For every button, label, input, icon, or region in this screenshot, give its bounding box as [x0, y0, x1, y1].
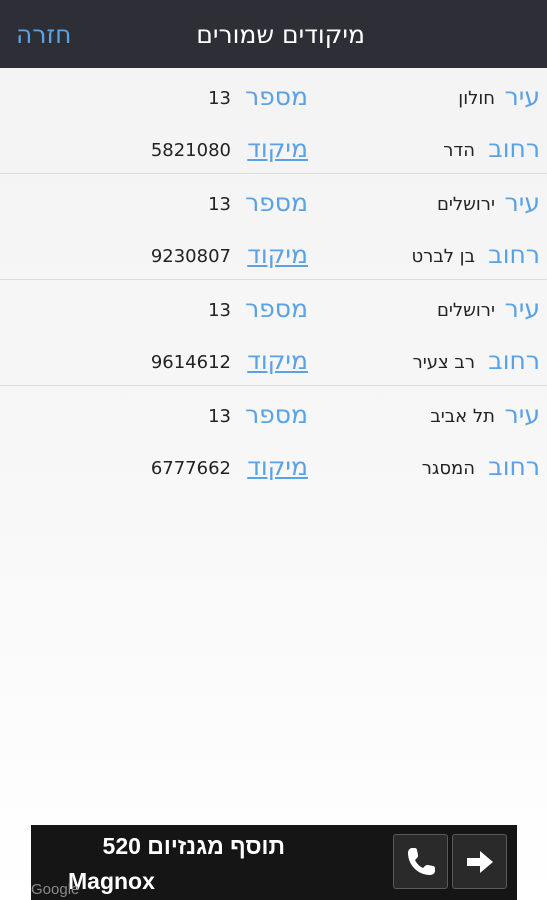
number-label: מספר — [245, 294, 308, 323]
ad-open-button[interactable] — [452, 834, 507, 889]
number-label: מספר — [245, 188, 308, 217]
zip-value: 5821080 — [150, 140, 231, 161]
entry-row-city: עיר תל אביב מספר 13 — [0, 390, 547, 442]
street-value: המסגר — [421, 458, 475, 479]
entry-row-street: רחוב רב צעיר מיקוד 9614612 — [0, 336, 547, 388]
number-value: 13 — [208, 88, 231, 109]
zip-value: 9614612 — [150, 352, 231, 373]
street-value: הדר — [443, 140, 475, 161]
arrow-right-icon — [467, 851, 493, 873]
city-value: ירושלים — [436, 194, 495, 215]
number-value: 13 — [208, 406, 231, 427]
entry-row-street: רחוב הדר מיקוד 5821080 — [0, 124, 547, 176]
ad-banner[interactable]: תוסף מגנזיום 520 Magnox Google — [31, 825, 517, 900]
city-value: ירושלים — [436, 300, 495, 321]
zip-link[interactable]: מיקוד — [247, 240, 308, 269]
street-label: רחוב — [488, 240, 540, 269]
list-item[interactable]: עיר תל אביב מספר 13 רחוב המסגר מיקוד 677… — [0, 386, 547, 491]
street-value: בן לברט — [411, 246, 475, 267]
app-header: מיקודים שמורים חזרה — [0, 0, 547, 68]
ad-call-button[interactable] — [393, 834, 448, 889]
number-value: 13 — [208, 194, 231, 215]
zip-value: 6777662 — [150, 458, 231, 479]
entry-row-city: עיר ירושלים מספר 13 — [0, 178, 547, 230]
city-label: עיר — [504, 400, 540, 429]
ad-headline[interactable]: תוסף מגנזיום 520 — [103, 833, 285, 860]
list-item[interactable]: עיר ירושלים מספר 13 רחוב בן לברט מיקוד 9… — [0, 174, 547, 280]
google-watermark: Google — [31, 881, 80, 898]
city-value: תל אביב — [430, 406, 495, 427]
entry-row-city: עיר ירושלים מספר 13 — [0, 284, 547, 336]
street-value: רב צעיר — [412, 352, 475, 373]
street-label: רחוב — [488, 134, 540, 163]
list-item[interactable]: עיר ירושלים מספר 13 רחוב רב צעיר מיקוד 9… — [0, 280, 547, 386]
zip-link[interactable]: מיקוד — [247, 134, 308, 163]
city-label: עיר — [504, 188, 540, 217]
number-value: 13 — [208, 300, 231, 321]
zip-link[interactable]: מיקוד — [247, 452, 308, 481]
phone-icon — [408, 848, 435, 875]
page-title: מיקודים שמורים — [196, 20, 365, 49]
entry-row-street: רחוב בן לברט מיקוד 9230807 — [0, 230, 547, 282]
number-label: מספר — [245, 82, 308, 111]
saved-zipcodes-list: עיר חולון מספר 13 רחוב הדר מיקוד 5821080… — [0, 68, 547, 491]
city-value: חולון — [458, 88, 495, 109]
ad-brand[interactable]: Magnox — [68, 868, 155, 895]
city-label: עיר — [504, 82, 540, 111]
street-label: רחוב — [488, 346, 540, 375]
list-item[interactable]: עיר חולון מספר 13 רחוב הדר מיקוד 5821080 — [0, 68, 547, 174]
zip-link[interactable]: מיקוד — [247, 346, 308, 375]
street-label: רחוב — [488, 452, 540, 481]
city-label: עיר — [504, 294, 540, 323]
entry-row-street: רחוב המסגר מיקוד 6777662 — [0, 442, 547, 494]
entry-row-city: עיר חולון מספר 13 — [0, 72, 547, 124]
number-label: מספר — [245, 400, 308, 429]
back-button[interactable]: חזרה — [16, 20, 71, 49]
zip-value: 9230807 — [150, 246, 231, 267]
